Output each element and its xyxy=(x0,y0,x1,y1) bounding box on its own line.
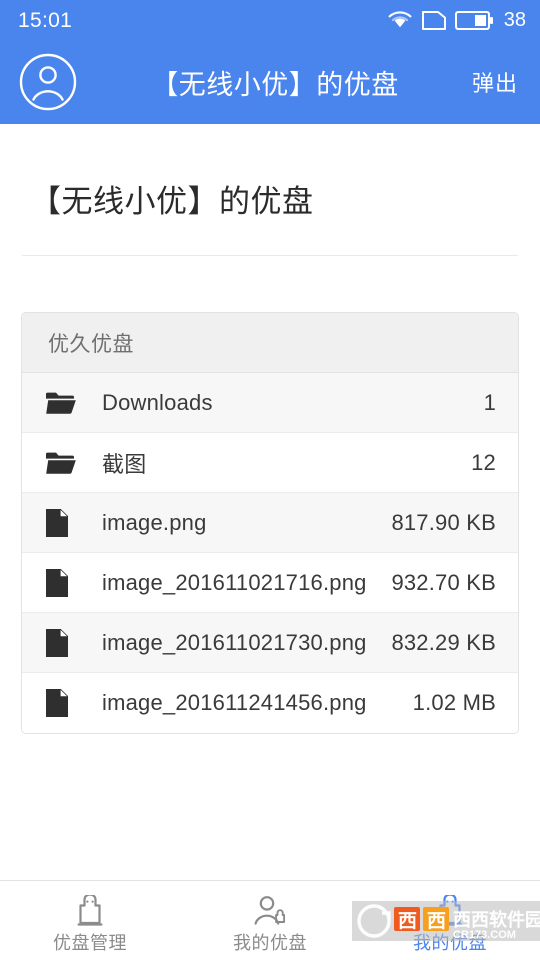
file-list-row-meta: 832.29 KB xyxy=(391,629,496,655)
file-list: Downloads 1 截图 12 image.png 817.90 KB image_20… xyxy=(22,373,518,733)
bottom-nav-tab-label: 优盘管理 xyxy=(53,933,127,953)
folder-icon xyxy=(46,451,80,475)
usb-drive-icon xyxy=(74,895,106,929)
sim-card-icon xyxy=(421,10,446,30)
file-list-row[interactable]: image.png 817.90 KB xyxy=(22,493,518,553)
file-icon xyxy=(46,689,80,717)
usb-drive-blue-icon xyxy=(434,895,466,929)
battery-icon xyxy=(454,10,493,30)
file-list-row-meta: 932.70 KB xyxy=(391,569,496,595)
file-list-row-name: image.png xyxy=(102,509,207,535)
file-list-row[interactable]: 截图 12 xyxy=(22,433,518,493)
file-list-row[interactable]: image_201611021730.png 832.29 KB xyxy=(22,613,518,673)
page-content: 【无线小优】的优盘 优久优盘 Downloads 1 截图 12 image.png 81… xyxy=(0,124,540,880)
person-usb-icon xyxy=(253,895,287,929)
file-icon xyxy=(46,508,80,537)
file-list-row-name: 截图 xyxy=(102,451,147,477)
file-list-row-meta: 12 xyxy=(471,449,496,475)
bottom-nav-tab-label: 我的优盘 xyxy=(413,933,487,953)
user-avatar-icon[interactable] xyxy=(16,50,80,114)
file-list-card-header: 优久优盘 xyxy=(22,313,518,373)
page-title: 【无线小优】的优盘 xyxy=(30,184,314,219)
app-bar: 【无线小优】的优盘 弹出 xyxy=(0,40,540,124)
file-list-card: 优久优盘 Downloads 1 截图 12 image.png 817.90 KB ima… xyxy=(21,312,519,734)
status-bar-clock: 15:01 xyxy=(18,8,73,32)
file-list-row[interactable]: Downloads 1 xyxy=(22,373,518,433)
bottom-nav-tab-2[interactable]: 我的优盘 xyxy=(360,881,540,960)
file-list-row-name: image_201611021730.png xyxy=(102,629,367,655)
file-list-row[interactable]: image_201611241456.png 1.02 MB xyxy=(22,673,518,733)
file-list-row-name: Downloads xyxy=(102,389,213,415)
status-bar: 15:01 38 xyxy=(0,0,540,40)
file-list-row-name: image_201611241456.png xyxy=(102,690,367,715)
file-list-row-meta: 1.02 MB xyxy=(412,690,496,715)
bottom-nav-tab-0[interactable]: 优盘管理 xyxy=(0,881,180,960)
file-list-row-name: image_201611021716.png xyxy=(102,569,367,595)
file-list-row[interactable]: image_201611021716.png 932.70 KB xyxy=(22,553,518,613)
file-icon xyxy=(46,628,80,657)
bottom-navigation-bar: 优盘管理 我的优盘 我的优盘 xyxy=(0,880,540,960)
app-screen: 15:01 38 【无线小优】的优盘 弹出 【无线小优】的优盘 优久优盘 Dow… xyxy=(0,0,540,960)
eject-button[interactable]: 弹出 xyxy=(472,66,518,98)
battery-percent-label: 38 xyxy=(503,9,526,31)
app-bar-title: 【无线小优】的优盘 xyxy=(151,69,399,100)
bottom-nav-tab-1[interactable]: 我的优盘 xyxy=(180,881,360,960)
file-list-row-meta: 817.90 KB xyxy=(391,509,496,535)
file-list-card-header-label: 优久优盘 xyxy=(48,332,134,356)
title-divider xyxy=(22,255,518,256)
wifi-icon xyxy=(387,10,413,30)
folder-icon xyxy=(46,391,80,415)
file-icon xyxy=(46,568,80,597)
file-list-row-meta: 1 xyxy=(483,389,496,415)
bottom-nav-tab-label: 我的优盘 xyxy=(233,933,307,953)
status-bar-icons: 38 xyxy=(387,10,526,30)
